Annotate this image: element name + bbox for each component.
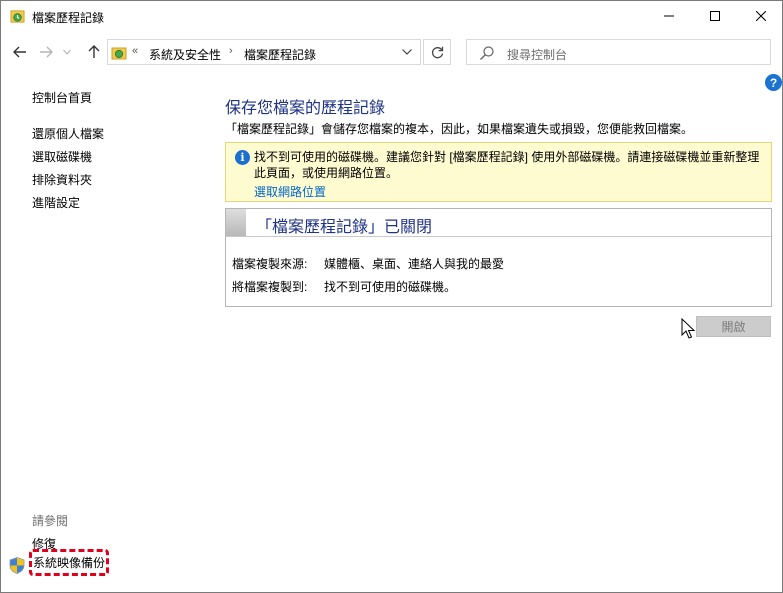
copy-source-label: 檔案複製來源: [232, 257, 308, 271]
sidebar-select-drive[interactable]: 選取磁碟機 [32, 148, 92, 165]
chevron-down-icon [402, 49, 412, 55]
window-title: 檔案歷程記錄 [32, 11, 105, 25]
status-title: 「檔案歷程記錄」已關閉 [256, 219, 433, 236]
info-icon: i [235, 150, 250, 165]
forward-arrow-icon [40, 46, 53, 58]
sidebar-restore-files[interactable]: 還原個人檔案 [32, 125, 104, 142]
overflow-chevron[interactable]: « [132, 45, 138, 57]
mouse-cursor-icon [681, 318, 696, 339]
sidebar-advanced-settings[interactable]: 進階設定 [32, 194, 80, 211]
no-drive-warning-banner: i 找不到可使用的磁碟機。建議您針對 [檔案歷程記錄] 使用外部磁碟機。請連接磁… [225, 142, 772, 202]
minimize-icon [664, 15, 674, 17]
help-icon: ? [769, 75, 778, 90]
search-placeholder: 搜尋控制台 [507, 48, 568, 62]
shield-icon [9, 557, 25, 574]
see-also-heading: 請參閱 [32, 514, 69, 528]
recent-locations-button[interactable] [61, 41, 73, 63]
file-history-window: 檔案歷程記錄 « 系統及安全性 › 檔案歷程記錄 搜尋控制台 ? 控制台首頁 還… [0, 0, 783, 593]
search-icon [480, 46, 494, 60]
page-description: 「檔案歷程記錄」會儲存您檔案的複本，因此，如果檔案遺失或損毀，您便能救回檔案。 [225, 122, 694, 136]
control-panel-icon [111, 47, 127, 60]
back-arrow-icon [13, 46, 26, 58]
breadcrumb-file-history[interactable]: 檔案歷程記錄 [244, 46, 316, 63]
system-image-backup-link[interactable]: 系統映像備份 [29, 549, 109, 576]
status-indicator-block [226, 209, 246, 236]
refresh-icon [431, 46, 443, 58]
copy-destination-label: 將檔案複製到: [232, 280, 308, 294]
file-history-status-panel: 「檔案歷程記錄」已關閉 檔案複製來源: 媒體櫃、桌面、連絡人與我的最愛 將檔案複… [225, 208, 772, 307]
sidebar-exclude-folders[interactable]: 排除資料夾 [32, 171, 92, 188]
maximize-button[interactable] [692, 1, 738, 31]
status-header: 「檔案歷程記錄」已關閉 [226, 209, 771, 237]
system-image-backup-label: 系統映像備份 [32, 556, 105, 570]
maximize-icon [710, 11, 720, 21]
breadcrumb-system-security[interactable]: 系統及安全性 [149, 46, 221, 63]
help-button[interactable]: ? [765, 74, 782, 91]
up-button[interactable] [84, 41, 104, 63]
minimize-button[interactable] [646, 1, 692, 31]
navigation-bar: « 系統及安全性 › 檔案歷程記錄 搜尋控制台 [1, 37, 782, 67]
chevron-down-icon [63, 49, 71, 55]
turn-on-label: 開啟 [721, 320, 746, 334]
close-icon [756, 11, 766, 21]
copy-destination-value: 找不到可使用的磁碟機。 [324, 280, 457, 294]
forward-button[interactable] [36, 41, 56, 63]
warning-message: 找不到可使用的磁碟機。建議您針對 [檔案歷程記錄] 使用外部磁碟機。請連接磁碟機… [254, 150, 760, 180]
select-network-location-link[interactable]: 選取網路位置 [254, 183, 326, 200]
turn-on-button[interactable]: 開啟 [696, 316, 771, 337]
address-dropdown-button[interactable] [400, 44, 414, 60]
back-button[interactable] [10, 41, 30, 63]
title-bar: 檔案歷程記錄 [1, 1, 782, 31]
close-button[interactable] [738, 1, 783, 31]
address-bar[interactable]: « 系統及安全性 › 檔案歷程記錄 [107, 39, 421, 65]
copy-source-value: 媒體櫃、桌面、連絡人與我的最愛 [324, 257, 505, 271]
up-arrow-icon [88, 45, 100, 58]
refresh-button[interactable] [423, 39, 451, 65]
page-title: 保存您檔案的歷程記錄 [225, 100, 386, 117]
sidebar-control-panel-home[interactable]: 控制台首頁 [32, 89, 92, 106]
file-history-icon [10, 10, 25, 23]
search-box[interactable]: 搜尋控制台 [466, 39, 771, 65]
breadcrumb-separator[interactable]: › [229, 45, 233, 57]
